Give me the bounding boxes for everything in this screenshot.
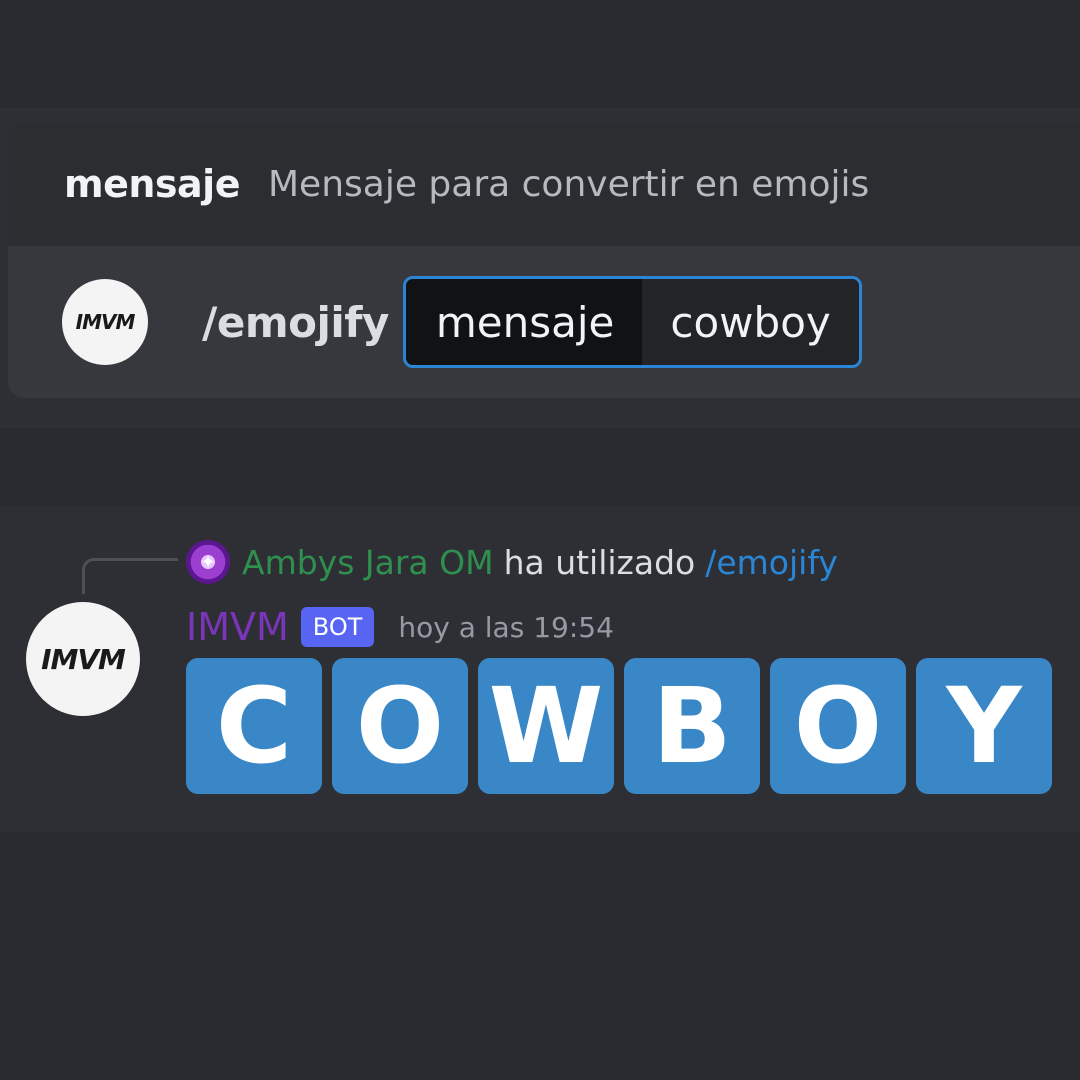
reply-reference[interactable]: ✦ Ambys Jara OM ha utilizado /emojify	[186, 536, 838, 588]
emoji-content: C O W B O Y	[186, 658, 1052, 794]
emoji-letter[interactable]: B	[624, 658, 760, 794]
emoji-letter[interactable]: C	[186, 658, 322, 794]
command-input-row[interactable]: IMVM /emojify mensaje cowboy	[8, 246, 1080, 398]
message-header: IMVM BOT hoy a las 19:54	[186, 602, 614, 652]
option-suggestion[interactable]: mensaje Mensaje para convertir en emojis	[8, 122, 1080, 246]
emoji-letter[interactable]: Y	[916, 658, 1052, 794]
reply-command-link[interactable]: /emojify	[705, 543, 838, 582]
imvm-logo-icon: IMVM	[62, 279, 148, 365]
reply-spine	[82, 558, 178, 594]
emoji-letter[interactable]: W	[478, 658, 614, 794]
timestamp[interactable]: hoy a las 19:54	[398, 611, 614, 644]
emoji-letter[interactable]: O	[770, 658, 906, 794]
bot-message: ✦ Ambys Jara OM ha utilizado /emojify IM…	[0, 506, 1080, 832]
reply-text: ha utilizado	[503, 542, 696, 582]
author-name[interactable]: IMVM	[186, 605, 289, 649]
reply-username[interactable]: Ambys Jara OM	[242, 543, 494, 582]
command-name: /emojify	[202, 297, 389, 347]
bot-logo-text: IMVM	[75, 310, 136, 334]
imvm-logo-icon[interactable]: IMVM	[26, 602, 140, 716]
parameter-value-input[interactable]: cowboy	[642, 279, 859, 365]
option-name: mensaje	[64, 162, 240, 206]
command-area: mensaje Mensaje para convertir en emojis…	[0, 108, 1080, 428]
user-avatar-icon[interactable]: ✦	[186, 540, 230, 584]
emoji-letter[interactable]: O	[332, 658, 468, 794]
parameter-key: mensaje	[405, 279, 643, 365]
option-description: Mensaje para convertir en emojis	[267, 163, 870, 205]
discord-screen: mensaje Mensaje para convertir en emojis…	[0, 0, 1080, 1080]
parameter-chip[interactable]: mensaje cowboy	[402, 276, 862, 368]
bot-logo-text: IMVM	[41, 642, 126, 676]
bot-badge: BOT	[300, 607, 375, 647]
command-panel: mensaje Mensaje para convertir en emojis…	[8, 122, 1080, 398]
